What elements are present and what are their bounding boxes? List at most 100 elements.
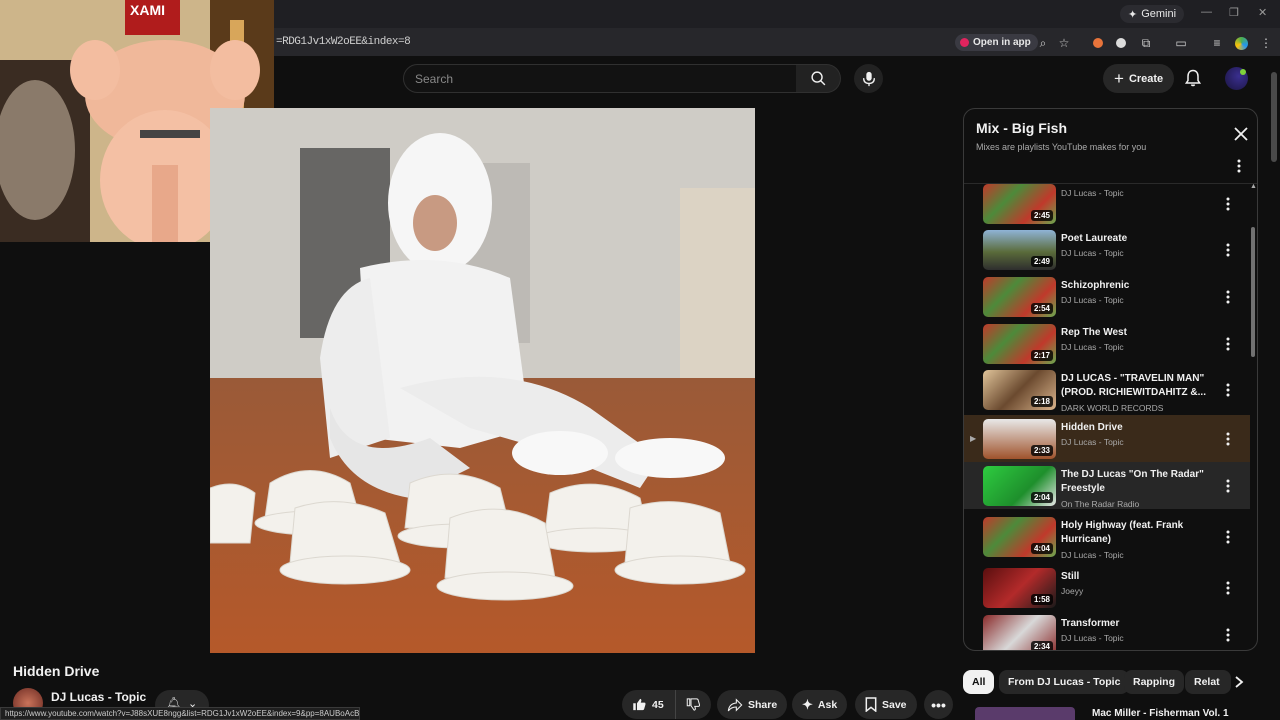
more-actions-button[interactable]: ••• <box>924 690 953 719</box>
more-options-icon[interactable] <box>1226 479 1230 493</box>
restore-icon[interactable]: ❐ <box>1229 6 1239 19</box>
chip-from-dj-lucas[interactable]: From DJ Lucas - Topic <box>999 670 1130 694</box>
video-thumbnail[interactable]: 2:49 <box>983 230 1056 270</box>
playlist-item[interactable]: 2:34 Transformer DJ Lucas - Topic <box>964 611 1250 650</box>
more-options-icon[interactable] <box>1226 581 1230 595</box>
up-next-item[interactable]: Mac Miller - Fisherman Vol. 1 <box>975 707 1255 720</box>
more-options-icon[interactable] <box>1226 628 1230 642</box>
address-url[interactable]: =RDG1Jv1xW2oEE&index=8 <box>276 36 411 48</box>
profile-icon[interactable] <box>1233 35 1249 51</box>
playlist-item-title: Poet Laureate <box>1061 233 1128 244</box>
bookmark-icon <box>865 697 877 712</box>
video-thumbnail[interactable]: 2:18 <box>983 370 1056 410</box>
duration-badge: 2:34 <box>1030 641 1053 650</box>
playlist-item[interactable]: 2:04 The DJ Lucas "On The Radar" Freestyl… <box>964 462 1250 509</box>
playlist-item[interactable]: 2:49 Poet Laureate DJ Lucas - Topic <box>964 226 1250 273</box>
video-frame-image <box>210 108 755 653</box>
search-input[interactable]: Search <box>403 64 797 93</box>
chip-rapping[interactable]: Rapping <box>1124 670 1184 694</box>
video-thumbnail[interactable]: 2:33 <box>983 419 1056 459</box>
voice-search-button[interactable] <box>854 64 883 93</box>
youtube-icon <box>960 38 969 47</box>
playlist-item[interactable]: 4:04 Holy Highway (feat. Frank Hurricane)… <box>964 513 1250 560</box>
search-icon <box>810 71 825 86</box>
playlist-scrollbar[interactable] <box>1251 227 1255 357</box>
chip-all[interactable]: All <box>963 670 995 694</box>
playlist-item-channel: DJ Lucas - Topic <box>1061 295 1124 305</box>
search-button[interactable] <box>796 64 841 93</box>
media-icon[interactable]: ≡ <box>1209 35 1225 51</box>
bookmark-star-icon[interactable]: ☆ <box>1056 35 1072 51</box>
save-button[interactable]: Save <box>855 690 917 719</box>
duration-badge: 2:33 <box>1030 445 1053 456</box>
video-thumbnail[interactable]: 2:54 <box>983 277 1056 317</box>
playlist-item[interactable]: 1:58 Still Joeyy <box>964 564 1250 611</box>
share-button[interactable]: Share <box>717 690 788 719</box>
more-options-icon[interactable] <box>1226 530 1230 544</box>
more-options-icon[interactable] <box>1226 337 1230 351</box>
duration-badge: 2:17 <box>1030 350 1053 361</box>
more-options-icon[interactable] <box>1226 197 1230 211</box>
playlist-item-title: Hidden Drive <box>1061 422 1123 433</box>
chip-related[interactable]: Relat <box>1185 670 1231 694</box>
create-button[interactable]: + Create <box>1103 64 1175 93</box>
more-options-icon[interactable] <box>1226 383 1230 397</box>
channel-name[interactable]: DJ Lucas - Topic <box>51 690 146 704</box>
gemini-button[interactable]: ✦ Gemini <box>1120 5 1185 23</box>
account-avatar[interactable] <box>1225 67 1248 90</box>
video-player[interactable] <box>210 108 755 653</box>
duration-badge: 2:54 <box>1030 303 1053 314</box>
more-options-icon[interactable] <box>1226 290 1230 304</box>
video-thumbnail[interactable]: 1:58 <box>983 568 1056 608</box>
extension-icon[interactable] <box>1113 35 1129 51</box>
notifications-button[interactable] <box>1183 68 1203 88</box>
ask-button[interactable]: ✦ Ask <box>792 690 848 719</box>
duration-badge: 2:18 <box>1030 396 1053 407</box>
playlist-item-channel: DJ Lucas - Topic <box>1061 248 1124 258</box>
page-scrollbar[interactable] <box>1271 72 1277 162</box>
playlist-item-channel: DJ Lucas - Topic <box>1061 437 1124 447</box>
playlist-item[interactable]: 2:18 DJ LUCAS - "TRAVELIN MAN" (PROD. RIC… <box>964 366 1250 413</box>
dislike-button[interactable] <box>675 690 711 719</box>
cast-icon[interactable]: ▭ <box>1173 35 1189 51</box>
playlist-item[interactable]: 2:17 Rep The West DJ Lucas - Topic <box>964 320 1250 367</box>
duration-badge: 4:04 <box>1030 543 1053 554</box>
minimize-icon[interactable]: — <box>1201 6 1212 18</box>
zoom-icon[interactable]: ⌕ <box>1035 35 1051 51</box>
like-button[interactable]: 45 <box>622 690 676 719</box>
playlist-item-title: Still <box>1061 571 1080 582</box>
playlist-item[interactable]: 2:45 DJ Lucas - Topic <box>964 184 1250 227</box>
playlist-item-title: DJ LUCAS - "TRAVELIN MAN" (PROD. RICHIEW… <box>1061 373 1206 398</box>
puzzle-icon[interactable]: ⧉ <box>1138 35 1154 51</box>
playlist-panel: Mix - Big Fish Mixes are playlists YouTu… <box>963 108 1258 651</box>
playlist-item[interactable]: ▶ 2:33 Hidden Drive DJ Lucas - Topic <box>964 415 1250 462</box>
scroll-up-icon[interactable]: ▲ <box>1250 183 1257 190</box>
close-icon[interactable] <box>1234 127 1248 141</box>
duration-badge: 2:45 <box>1030 210 1053 221</box>
thumbs-up-icon <box>633 698 646 711</box>
open-in-app-button[interactable]: Open in app <box>955 34 1038 51</box>
like-count: 45 <box>652 698 664 711</box>
playlist-subtitle: Mixes are playlists YouTube makes for yo… <box>976 142 1147 152</box>
chevron-right-icon[interactable] <box>1232 675 1246 689</box>
video-thumbnail[interactable]: 2:17 <box>983 324 1056 364</box>
playlist-item[interactable]: 2:54 Schizophrenic DJ Lucas - Topic <box>964 273 1250 320</box>
share-icon <box>727 697 743 712</box>
video-thumbnail[interactable]: 4:04 <box>983 517 1056 557</box>
more-horizontal-icon: ••• <box>931 696 946 713</box>
save-label: Save <box>882 698 907 711</box>
more-options-icon[interactable] <box>1226 243 1230 257</box>
playlist-item-channel: On The Radar Radio <box>1061 499 1140 509</box>
gemini-label: Gemini <box>1141 8 1177 20</box>
more-options-icon[interactable] <box>1226 432 1230 446</box>
video-thumbnail[interactable]: 2:34 <box>983 615 1056 650</box>
close-window-icon[interactable]: ✕ <box>1258 6 1267 19</box>
share-label: Share <box>748 698 778 711</box>
video-thumbnail[interactable]: 2:45 <box>983 184 1056 224</box>
create-label: Create <box>1128 72 1164 85</box>
extension-icon[interactable] <box>1090 35 1106 51</box>
playlist-item-title: Transformer <box>1061 618 1120 629</box>
more-options-icon[interactable] <box>1237 159 1241 173</box>
video-thumbnail[interactable]: 2:04 <box>983 466 1056 506</box>
browser-menu-icon[interactable]: ⋮ <box>1258 35 1274 51</box>
